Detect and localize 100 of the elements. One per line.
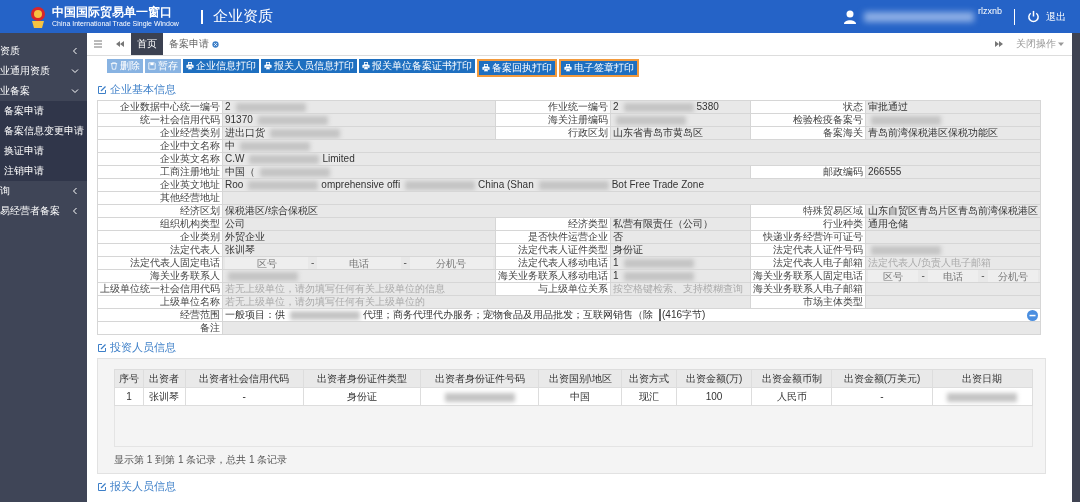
redaction-blur [260, 167, 330, 177]
column-header: 出资日期 [932, 369, 1033, 388]
field-value: 2 [225, 101, 231, 112]
column-header: 出资者社会信用代码 [185, 369, 304, 388]
toolbar-button[interactable]: 企业信息打印 [183, 59, 259, 73]
field-value: 进出口货 [225, 127, 265, 138]
toolbar-button[interactable]: 备案回执打印 [477, 59, 557, 77]
field-value: 1 [613, 257, 619, 268]
redaction-blur [405, 180, 476, 190]
table-cell: 中国 [538, 387, 622, 406]
column-header: 序号 [114, 369, 144, 388]
scrollbar[interactable] [1072, 33, 1080, 502]
field-value: 保税港区/综合保税区 [225, 205, 318, 216]
table-cell: 1 [114, 387, 144, 406]
column-header: 出资金额币制 [751, 369, 832, 388]
section-title: 报关人员信息 [110, 479, 176, 494]
field-value: 中国（ [225, 166, 255, 177]
table-cell: - [831, 387, 933, 406]
sidebar-item[interactable]: 易经营者备案 [0, 201, 87, 221]
close-menu[interactable]: 关闭操作 [1010, 36, 1070, 52]
table-cell: 身份证 [303, 387, 421, 406]
sidebar-item[interactable]: 业通用资质 [0, 61, 87, 81]
field-value: Roo [225, 179, 244, 190]
sidebar-subitem[interactable]: 注销申请 [0, 161, 87, 181]
edit-icon [97, 84, 107, 95]
redaction-blur [228, 271, 298, 281]
site-title: 中国国际贸易单一窗口 [52, 5, 173, 19]
printer-icon [564, 64, 572, 72]
column-header: 出资国别\地区 [538, 369, 622, 388]
sidebar-item[interactable]: 业备案 [0, 81, 87, 101]
column-header: 出资金额(万美元) [831, 369, 933, 388]
section-title: 企业基本信息 [110, 82, 176, 97]
sidebar-item[interactable]: 资质 [0, 41, 87, 61]
redaction-blur [444, 392, 515, 402]
tab[interactable]: 首页 [131, 33, 163, 55]
sidebar-subitem[interactable]: 备案信息变更申请 [0, 121, 87, 141]
redaction-blur [240, 141, 310, 151]
table-cell: 张训琴 [143, 387, 186, 406]
user-icon[interactable] [844, 9, 856, 24]
field-value: 山东省青岛市黄岛区 [613, 127, 703, 138]
printer-icon [362, 62, 370, 70]
field-value: 张训琴 [225, 244, 255, 255]
sidebar-subitem[interactable]: 备案申请 [0, 101, 87, 121]
edit-icon [97, 481, 107, 492]
close-icon[interactable] [212, 40, 219, 48]
column-header: 出资方式 [621, 369, 677, 388]
chevron-left-icon [71, 207, 79, 215]
field-value: Limited [322, 153, 355, 164]
field-value: 外贸企业 [225, 231, 265, 242]
field-label: 作业统一编号 [495, 100, 611, 114]
redaction-blur [290, 310, 360, 320]
field-value: omprehensive offi [321, 179, 401, 190]
redaction-blur [616, 115, 686, 125]
toolbar-button[interactable]: 电子签章打印 [559, 59, 639, 77]
redaction-blur [235, 102, 306, 112]
double-right-icon[interactable] [994, 39, 1004, 49]
field-value: 身份证 [613, 244, 643, 255]
field-label: 状态 [750, 100, 866, 114]
redaction-blur [623, 102, 694, 112]
redaction-blur [623, 271, 694, 281]
field-value: 通用仓储 [868, 218, 908, 229]
field-value: C.W [225, 153, 245, 164]
table-cell: - [185, 387, 304, 406]
field-value: 5380 [696, 101, 719, 112]
field-value: 2 [613, 101, 619, 112]
toolbar-button[interactable]: 报关单位备案证书打印 [359, 59, 475, 73]
column-header: 出资者 [143, 369, 186, 388]
sidebar-subitem[interactable]: 换证申请 [0, 141, 87, 161]
save-icon [148, 62, 156, 70]
tab[interactable]: 备案申请 [163, 33, 225, 55]
field-value: Bot Free Trade Zone [611, 179, 704, 190]
user-name[interactable]: rlzxnb [978, 6, 1002, 16]
toolbar-button[interactable]: 报关人员信息打印 [261, 59, 357, 73]
minus-icon[interactable] [1027, 309, 1038, 321]
field-value: 一般项目：供 [225, 309, 285, 321]
edit-icon [97, 342, 107, 353]
table-cell: 100 [676, 387, 752, 406]
double-left-icon[interactable] [115, 39, 125, 49]
chevron-left-icon [71, 187, 79, 195]
field-value: 审批通过 [868, 101, 908, 112]
column-header: 出资金额(万) [676, 369, 752, 388]
field-value: 中 [225, 140, 235, 151]
redaction-blur [947, 392, 1018, 402]
redaction-blur [538, 180, 609, 190]
redaction-blur [257, 115, 328, 125]
emblem-icon [28, 4, 48, 29]
redaction-blur [623, 258, 694, 268]
logout-link[interactable]: 退出 [1046, 9, 1066, 24]
chevron-down-icon [71, 87, 79, 95]
redaction-blur [248, 180, 319, 190]
sidebar-item[interactable]: 询 [0, 181, 87, 201]
field-value: 公司 [225, 218, 245, 229]
field-value: 266555 [868, 166, 902, 177]
printer-icon [482, 64, 490, 72]
module-title: 企业资质 [212, 7, 273, 26]
field-label: 企业数据中心统一编号 [97, 100, 223, 114]
redaction-blur [249, 154, 320, 164]
power-icon[interactable] [1027, 10, 1040, 23]
table-cell: 人民币 [751, 387, 832, 406]
section-title: 投资人员信息 [110, 340, 176, 355]
